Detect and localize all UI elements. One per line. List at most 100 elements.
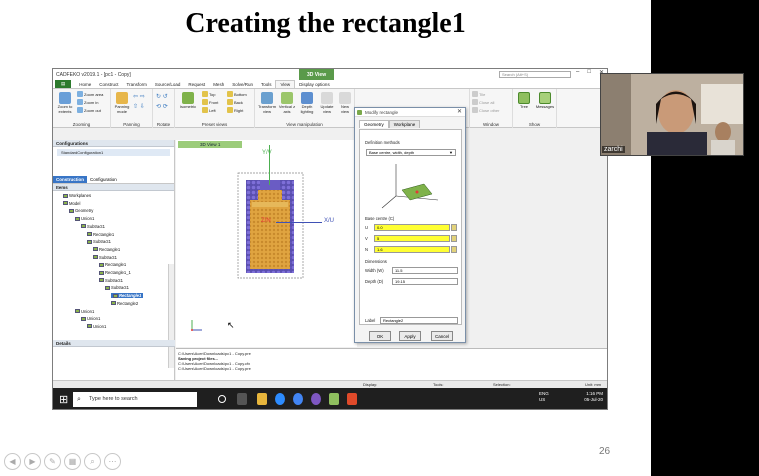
front-view-button[interactable]: Front (202, 99, 218, 105)
tab-construct[interactable]: Construct (95, 81, 122, 88)
previous-slide-icon[interactable]: ◀ (4, 453, 21, 470)
pan-arrows-icon[interactable]: ⇦ ⇨ (133, 93, 145, 100)
n-field[interactable]: 1.6 (374, 246, 450, 253)
next-slide-icon[interactable]: ▶ (24, 453, 41, 470)
tab-geometry[interactable]: Geometry (359, 120, 389, 128)
top-view-button[interactable]: Top (202, 91, 215, 97)
depth-field[interactable]: 19.15 (392, 278, 458, 285)
depth-lighting-button[interactable]: Depth lighting (297, 92, 317, 114)
pen-icon[interactable]: ✎ (44, 453, 61, 470)
minimize-icon[interactable]: – (576, 69, 579, 76)
task-view-icon[interactable] (237, 393, 247, 405)
tree-item[interactable]: Union1 (81, 316, 100, 321)
tree-item[interactable]: Union1 (87, 324, 106, 329)
tile-button[interactable]: Tile (472, 91, 485, 97)
tab-request[interactable]: Request (184, 81, 209, 88)
tree-scrollbar[interactable] (168, 264, 174, 368)
tab-mesh[interactable]: Mesh (209, 81, 228, 88)
file-menu-button[interactable]: ▤ (55, 80, 72, 88)
search-input[interactable]: Search (Alt+S) (499, 71, 571, 78)
isometric-button[interactable]: Isometric (177, 92, 199, 110)
tab-configuration[interactable]: Configuration (87, 176, 120, 183)
more-options-icon[interactable]: ⋯ (104, 453, 121, 470)
rotate-icon[interactable]: ↻ ↺ (156, 93, 168, 100)
zoom-app-icon[interactable] (275, 393, 285, 405)
u-field[interactable]: 0.0 (374, 224, 450, 231)
cadfeko-app-icon[interactable] (329, 393, 339, 405)
chrome-icon[interactable] (293, 393, 303, 405)
v-field[interactable]: 5 (374, 235, 450, 242)
tab-solve-run[interactable]: Solve/Run (228, 81, 257, 88)
zoom-to-extents-button[interactable]: Zoom to extents (55, 92, 75, 114)
tab-home[interactable]: Home (75, 81, 95, 88)
right-view-button[interactable]: Right (227, 107, 243, 113)
pan-updown-icon[interactable]: ⇧ ⇩ (133, 103, 145, 110)
viber-icon[interactable] (311, 393, 321, 405)
cancel-button[interactable]: Cancel (431, 331, 453, 341)
zoom-out-button[interactable]: Zoom out (77, 107, 101, 113)
windows-start-icon[interactable]: ⊞ (59, 393, 68, 406)
tab-tools[interactable]: Tools (257, 81, 276, 88)
zoom-area-button[interactable]: Zoom area (77, 91, 103, 97)
tree-item[interactable]: Subtract1 (105, 285, 129, 290)
maximize-icon[interactable]: □ (587, 69, 591, 76)
tree-item[interactable]: Rectangle1 (111, 293, 144, 299)
webcam-thumbnail[interactable]: zarchi (600, 73, 744, 156)
tree-item[interactable]: Subtract1 (81, 224, 105, 229)
v-expression-button[interactable] (451, 235, 457, 242)
tree-item[interactable]: Geometry (69, 208, 93, 213)
tree-item[interactable]: Model (63, 201, 80, 206)
close-other-button[interactable]: Close other (472, 107, 499, 113)
tab-view[interactable]: View (275, 80, 296, 88)
zoom-in-button[interactable]: Zoom in (77, 99, 98, 105)
width-field[interactable]: 11.5 (392, 267, 458, 274)
tree-toggle-button[interactable]: Tree (515, 92, 533, 110)
taskbar-search-input[interactable]: ⌕ Type here to search (73, 392, 197, 407)
back-view-button[interactable]: Back (227, 99, 243, 105)
close-all-button[interactable]: Close all (472, 99, 494, 105)
tab-construction[interactable]: Construction (53, 176, 87, 183)
tree-item[interactable]: Rectangle1 (87, 232, 114, 237)
n-expression-button[interactable] (451, 246, 457, 253)
file-explorer-icon[interactable] (257, 393, 267, 405)
tree-item[interactable]: Rectangle1 (99, 262, 126, 267)
apply-button[interactable]: Apply (399, 331, 421, 341)
transform-view-button[interactable]: Transform view (257, 92, 277, 114)
tree-item[interactable]: Workplanes (63, 193, 91, 198)
tree-item[interactable]: Rectangle1 (93, 247, 120, 252)
system-clock[interactable]: 1:16 PM 05-Jul-20 (584, 391, 603, 403)
slides-grid-icon[interactable]: ▦ (64, 453, 81, 470)
rotate-alt-icon[interactable]: ⟲ ⟳ (156, 103, 168, 110)
zoom-icon[interactable]: ⌕ (84, 453, 101, 470)
tab-source-load[interactable]: Source/Load (151, 81, 185, 88)
close-icon[interactable]: ✕ (457, 108, 462, 117)
label-field[interactable]: Rectangle2 (380, 317, 458, 324)
tree-item[interactable]: Union1 (75, 216, 94, 221)
left-view-button[interactable]: Left (202, 107, 216, 113)
configuration-item[interactable]: StandardConfiguration1 (57, 149, 170, 156)
tree-item-label: Rectangle1 (105, 262, 127, 268)
tree-item[interactable]: Subtract1 (99, 278, 123, 283)
tree-item[interactable]: Subtract1 (87, 239, 111, 244)
bottom-view-button[interactable]: Bottom (227, 91, 247, 97)
tree-item[interactable]: Union1 (75, 309, 94, 314)
ok-button[interactable]: OK (369, 331, 391, 341)
cortana-icon[interactable] (218, 395, 226, 403)
language-indicator[interactable]: ENG US (539, 391, 549, 403)
definition-method-select[interactable]: Base centre, width, depth ▼ (366, 149, 456, 156)
new-view-button[interactable]: New view (337, 92, 353, 114)
update-view-button[interactable]: Update view (318, 92, 336, 114)
3d-viewport[interactable]: 3D View 1 Y/V X/U Z/N ↖ (176, 140, 357, 347)
tree-item[interactable]: Subtract1 (93, 255, 117, 260)
vertical-z-axis-button[interactable]: Vertical z axis (278, 92, 296, 114)
tab-display-options[interactable]: Display options (295, 81, 334, 88)
u-expression-button[interactable] (451, 224, 457, 231)
context-tab-3d-view[interactable]: 3D View (299, 69, 335, 80)
panning-mode-button[interactable]: Panning mode (113, 92, 131, 114)
tree-item[interactable]: Rectangle2 (111, 301, 138, 306)
powerpoint-icon[interactable] (347, 393, 357, 405)
tab-workplane[interactable]: Workplane (388, 120, 421, 128)
messages-toggle-button[interactable]: Messages (535, 92, 555, 110)
tab-transform[interactable]: Transform (123, 81, 151, 88)
tree-item[interactable]: Rectangle1_1 (99, 270, 131, 275)
